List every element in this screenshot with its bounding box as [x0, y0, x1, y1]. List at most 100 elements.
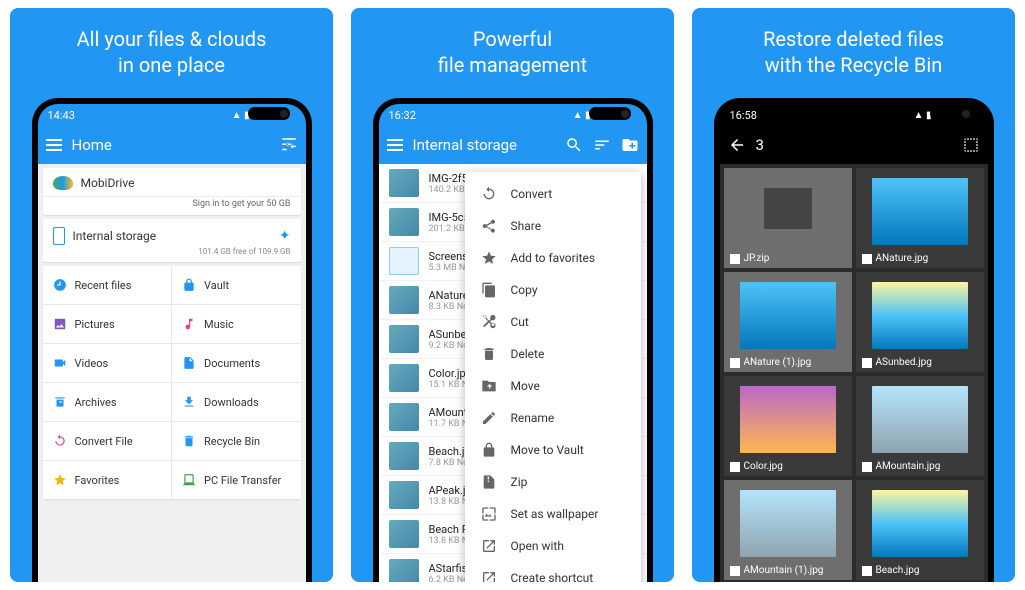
file-thumb-icon	[389, 442, 419, 470]
category-documents[interactable]: Documents	[172, 344, 301, 382]
thumb-cell[interactable]: Color.jpg	[724, 376, 852, 476]
app-title: Internal storage	[413, 136, 555, 154]
menu-add-to-favorites[interactable]: Add to favorites	[465, 242, 641, 274]
headline: Restore deleted fileswith the Recycle Bi…	[763, 26, 944, 80]
promo-panel-3: Restore deleted fileswith the Recycle Bi…	[692, 8, 1015, 582]
category-label: Favorites	[75, 474, 120, 487]
checkbox-icon	[862, 462, 872, 472]
thumb-cell[interactable]: ASunbed.jpg	[856, 272, 984, 372]
app-bar: Home	[38, 126, 306, 164]
menu-cut[interactable]: Cut	[465, 306, 641, 338]
thumb-label: AMountain.jpg	[856, 457, 984, 476]
app-title: Home	[72, 136, 270, 154]
thumb-label: JP.zip	[724, 249, 852, 268]
category-pc-file-transfer[interactable]: PC File Transfer	[172, 461, 301, 499]
category-archives[interactable]: Archives	[43, 383, 172, 421]
file-thumb-icon	[389, 286, 419, 314]
phone-frame: 16:32 ▲ ▮ Internal storage IMG-2f5c140.2…	[373, 98, 653, 582]
menu-label: Delete	[511, 347, 545, 361]
menu-share[interactable]: Share	[465, 210, 641, 242]
select-all-icon[interactable]	[962, 136, 980, 154]
thumb-cell[interactable]: AMountain (1).jpg	[724, 480, 852, 580]
category-downloads[interactable]: Downloads	[172, 383, 301, 421]
menu-label: Move	[511, 379, 540, 393]
menu-zip[interactable]: Zip	[465, 466, 641, 498]
settings-sliders-icon[interactable]	[280, 136, 298, 154]
menu-label: Rename	[511, 411, 555, 425]
menu-copy[interactable]: Copy	[465, 274, 641, 306]
category-videos[interactable]: Videos	[43, 344, 172, 382]
recycle-body: JP.zipANature.jpgANature (1).jpgASunbed.…	[720, 164, 988, 582]
thumb-image	[872, 386, 968, 453]
file-thumb-icon	[389, 481, 419, 509]
thumb-cell[interactable]: ANature.jpg	[856, 168, 984, 268]
thumb-cell[interactable]: ANature (1).jpg	[724, 272, 852, 372]
category-vault[interactable]: Vault	[172, 266, 301, 304]
thumb-label: Beach.jpg	[856, 561, 984, 580]
promo-panel-1: All your files & cloudsin one place 14:4…	[10, 8, 333, 582]
category-recent-files[interactable]: Recent files	[43, 266, 172, 304]
phone-notch	[589, 107, 631, 120]
clean-icon[interactable]: ✦	[279, 228, 291, 244]
menu-move-to-vault[interactable]: Move to Vault	[465, 434, 641, 466]
cloud-icon	[53, 176, 73, 190]
phone-icon	[53, 227, 65, 245]
menu-label: Zip	[511, 475, 528, 489]
internal-storage-card[interactable]: Internal storage ✦ 101.4 GB free of 109.…	[43, 219, 301, 262]
file-thumb-icon	[389, 520, 419, 548]
menu-label: Copy	[511, 283, 538, 297]
hamburger-icon[interactable]	[46, 139, 62, 151]
category-label: Recycle Bin	[204, 435, 260, 448]
file-thumb-icon	[389, 559, 419, 582]
menu-create-shortcut[interactable]: Create shortcut	[465, 562, 641, 582]
phone-frame: 16:58 ▲ ▮ 3 JP.zipANature.jpgANature (1)…	[714, 98, 994, 582]
menu-set-as-wallpaper[interactable]: Set as wallpaper	[465, 498, 641, 530]
file-thumb-icon	[389, 325, 419, 353]
menu-delete[interactable]: Delete	[465, 338, 641, 370]
category-pictures[interactable]: Pictures	[43, 305, 172, 343]
file-thumb-icon	[389, 403, 419, 431]
phone-frame: 14:43 ▲ ▮ Home MobiDrive Sign in to get …	[32, 98, 312, 582]
checkbox-icon	[730, 566, 740, 576]
checkbox-icon	[862, 566, 872, 576]
back-icon[interactable]	[728, 136, 746, 154]
category-music[interactable]: Music	[172, 305, 301, 343]
thumb-image	[764, 188, 812, 229]
menu-open-with[interactable]: Open with	[465, 530, 641, 562]
clock: 16:32	[389, 109, 416, 122]
menu-label: Open with	[511, 539, 564, 553]
phone-notch	[930, 107, 972, 120]
menu-label: Cut	[511, 315, 529, 329]
thumb-image	[872, 178, 968, 245]
menu-rename[interactable]: Rename	[465, 402, 641, 434]
thumb-cell[interactable]: Beach.jpg	[856, 480, 984, 580]
category-label: Vault	[204, 279, 229, 292]
search-icon[interactable]	[565, 136, 583, 154]
category-convert-file[interactable]: Convert File	[43, 422, 172, 460]
thumb-cell[interactable]: JP.zip	[724, 168, 852, 268]
category-grid: Recent files Vault Pictures Music VideosDocu…	[43, 266, 301, 499]
category-recycle-bin[interactable]: Recycle Bin	[172, 422, 301, 460]
category-label: Recent files	[75, 279, 132, 292]
menu-label: Set as wallpaper	[511, 507, 599, 521]
mobidrive-card[interactable]: MobiDrive Sign in to get your 50 GB	[43, 168, 301, 215]
menu-label: Share	[511, 219, 542, 233]
menu-convert[interactable]: Convert	[465, 178, 641, 210]
category-label: Archives	[75, 396, 117, 409]
category-label: Downloads	[204, 396, 259, 409]
promo-panel-2: Powerfulfile management 16:32 ▲ ▮ Intern…	[351, 8, 674, 582]
category-favorites[interactable]: Favorites	[43, 461, 172, 499]
sort-icon[interactable]	[593, 136, 611, 154]
new-folder-icon[interactable]	[621, 136, 639, 154]
thumb-cell[interactable]: AMountain.jpg	[856, 376, 984, 476]
category-label: Music	[204, 318, 234, 331]
thumb-image	[872, 490, 968, 557]
headline: Powerfulfile management	[438, 26, 587, 80]
checkbox-icon	[862, 254, 872, 264]
app-bar: Internal storage	[379, 126, 647, 164]
menu-label: Add to favorites	[511, 251, 596, 265]
file-thumb-icon	[389, 169, 419, 197]
hamburger-icon[interactable]	[387, 139, 403, 151]
menu-move[interactable]: Move	[465, 370, 641, 402]
storage-sub: 101.4 GB free of 109.9 GB	[43, 247, 301, 262]
